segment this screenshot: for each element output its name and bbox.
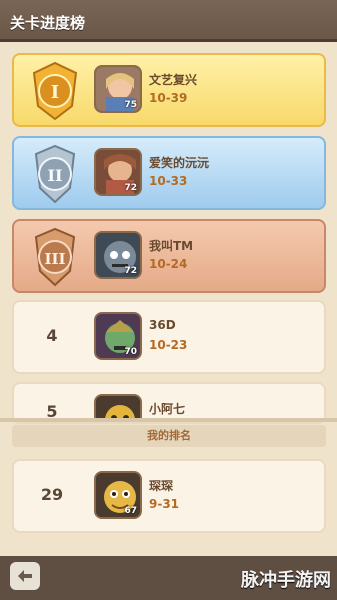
bronze-medal-icon: III xyxy=(24,227,86,287)
leaderboard-row-1[interactable]: I 75 文艺复兴 10-39 xyxy=(12,53,326,127)
player-name: 小阿七 xyxy=(149,402,186,416)
silver-medal-icon: II xyxy=(24,144,86,204)
avatar: 67 xyxy=(94,471,142,519)
svg-text:III: III xyxy=(44,250,65,268)
svg-text:I: I xyxy=(51,82,59,103)
leaderboard-row-2[interactable]: II 72 爱笑的沅沅 10-33 xyxy=(12,136,326,210)
back-button[interactable] xyxy=(10,562,40,590)
player-level: 67 xyxy=(124,506,137,516)
leaderboard-screen: 关卡进度榜 I 75 文艺复兴 10-39 II 72 爱笑的沅沅 10-33 … xyxy=(0,0,337,600)
avatar: 70 xyxy=(94,312,142,360)
page-title: 关卡进度榜 xyxy=(10,14,86,32)
player-stage: 10-39 xyxy=(149,91,188,105)
watermark-text: 脉冲手游网 xyxy=(241,570,331,591)
player-stage: 10-33 xyxy=(149,174,188,188)
avatar: 72 xyxy=(94,231,142,279)
player-stage: 10-23 xyxy=(149,338,188,352)
player-name: 我叫TM xyxy=(149,239,194,253)
my-rank-label: 我的排名 xyxy=(12,425,326,447)
player-level: 75 xyxy=(124,100,137,110)
player-name: 文艺复兴 xyxy=(149,73,198,87)
bottom-bar: 脉冲手游网 xyxy=(0,556,337,600)
player-stage: 9-31 xyxy=(149,497,180,511)
title-bar: 关卡进度榜 xyxy=(0,0,337,42)
player-level: 72 xyxy=(124,183,137,193)
section-divider xyxy=(0,418,337,422)
rank-number: 29 xyxy=(40,485,64,504)
player-name: 36D xyxy=(149,318,176,332)
rank-number: 4 xyxy=(46,326,58,345)
player-stage: 10-24 xyxy=(149,257,188,271)
player-level: 72 xyxy=(124,266,137,276)
leaderboard-row-4[interactable]: 4 70 36D 10-23 xyxy=(12,300,326,374)
player-name: 琛琛 xyxy=(149,479,174,493)
player-name: 爱笑的沅沅 xyxy=(149,156,210,170)
my-rank-row[interactable]: 29 67 琛琛 9-31 xyxy=(12,459,326,533)
avatar: 75 xyxy=(94,65,142,113)
gold-medal-icon: I xyxy=(24,61,86,121)
leaderboard-row-3[interactable]: III 72 我叫TM 10-24 xyxy=(12,219,326,293)
player-level: 70 xyxy=(124,347,137,357)
svg-text:II: II xyxy=(48,166,63,185)
avatar: 72 xyxy=(94,148,142,196)
back-arrow-icon xyxy=(18,570,32,582)
